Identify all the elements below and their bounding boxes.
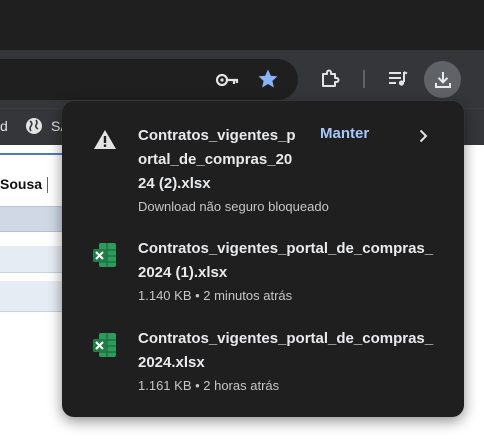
table-row bbox=[0, 281, 70, 312]
download-item[interactable]: Contratos_vigentes_p ortal_de_compras_20… bbox=[62, 101, 464, 221]
chevron-right-icon[interactable] bbox=[414, 127, 432, 145]
download-item[interactable]: Contratos_vigentes_portal_de_compras_ 20… bbox=[62, 229, 464, 309]
extensions-icon[interactable] bbox=[318, 67, 342, 91]
page-divider bbox=[0, 153, 70, 155]
download-item[interactable]: Contratos_vigentes_portal_de_compras_ 20… bbox=[62, 319, 464, 399]
table-row bbox=[0, 246, 70, 273]
download-filename: Contratos_vigentes_portal_de_compras_ 20… bbox=[138, 240, 434, 281]
downloads-panel: Contratos_vigentes_p ortal_de_compras_20… bbox=[62, 101, 464, 417]
download-filename: Contratos_vigentes_portal_de_compras_ 20… bbox=[138, 330, 434, 371]
table-header bbox=[0, 206, 70, 232]
keep-button[interactable]: Manter bbox=[320, 125, 369, 142]
downloads-button[interactable] bbox=[424, 61, 461, 98]
warning-icon bbox=[94, 130, 116, 149]
address-bar[interactable] bbox=[0, 59, 298, 100]
download-status: 1.140 KB • 2 minutos atrás bbox=[138, 288, 293, 303]
key-icon[interactable] bbox=[215, 68, 241, 92]
toolbar-separator bbox=[363, 70, 365, 88]
page-separator bbox=[47, 177, 48, 193]
page-text: Sousa bbox=[0, 176, 43, 192]
download-status: 1.161 KB • 2 horas atrás bbox=[138, 378, 280, 393]
reading-list-icon[interactable] bbox=[386, 67, 410, 91]
globe-icon bbox=[26, 118, 42, 134]
excel-file-icon bbox=[93, 333, 116, 357]
download-filename: Contratos_vigentes_p ortal_de_compras_20… bbox=[138, 127, 296, 192]
excel-file-icon bbox=[93, 243, 116, 267]
bookmark-fragment[interactable]: d bbox=[0, 118, 8, 134]
star-icon[interactable] bbox=[256, 67, 280, 91]
download-status: Download não seguro bloqueado bbox=[138, 199, 329, 214]
download-icon bbox=[434, 71, 451, 88]
tab-strip bbox=[0, 0, 484, 50]
